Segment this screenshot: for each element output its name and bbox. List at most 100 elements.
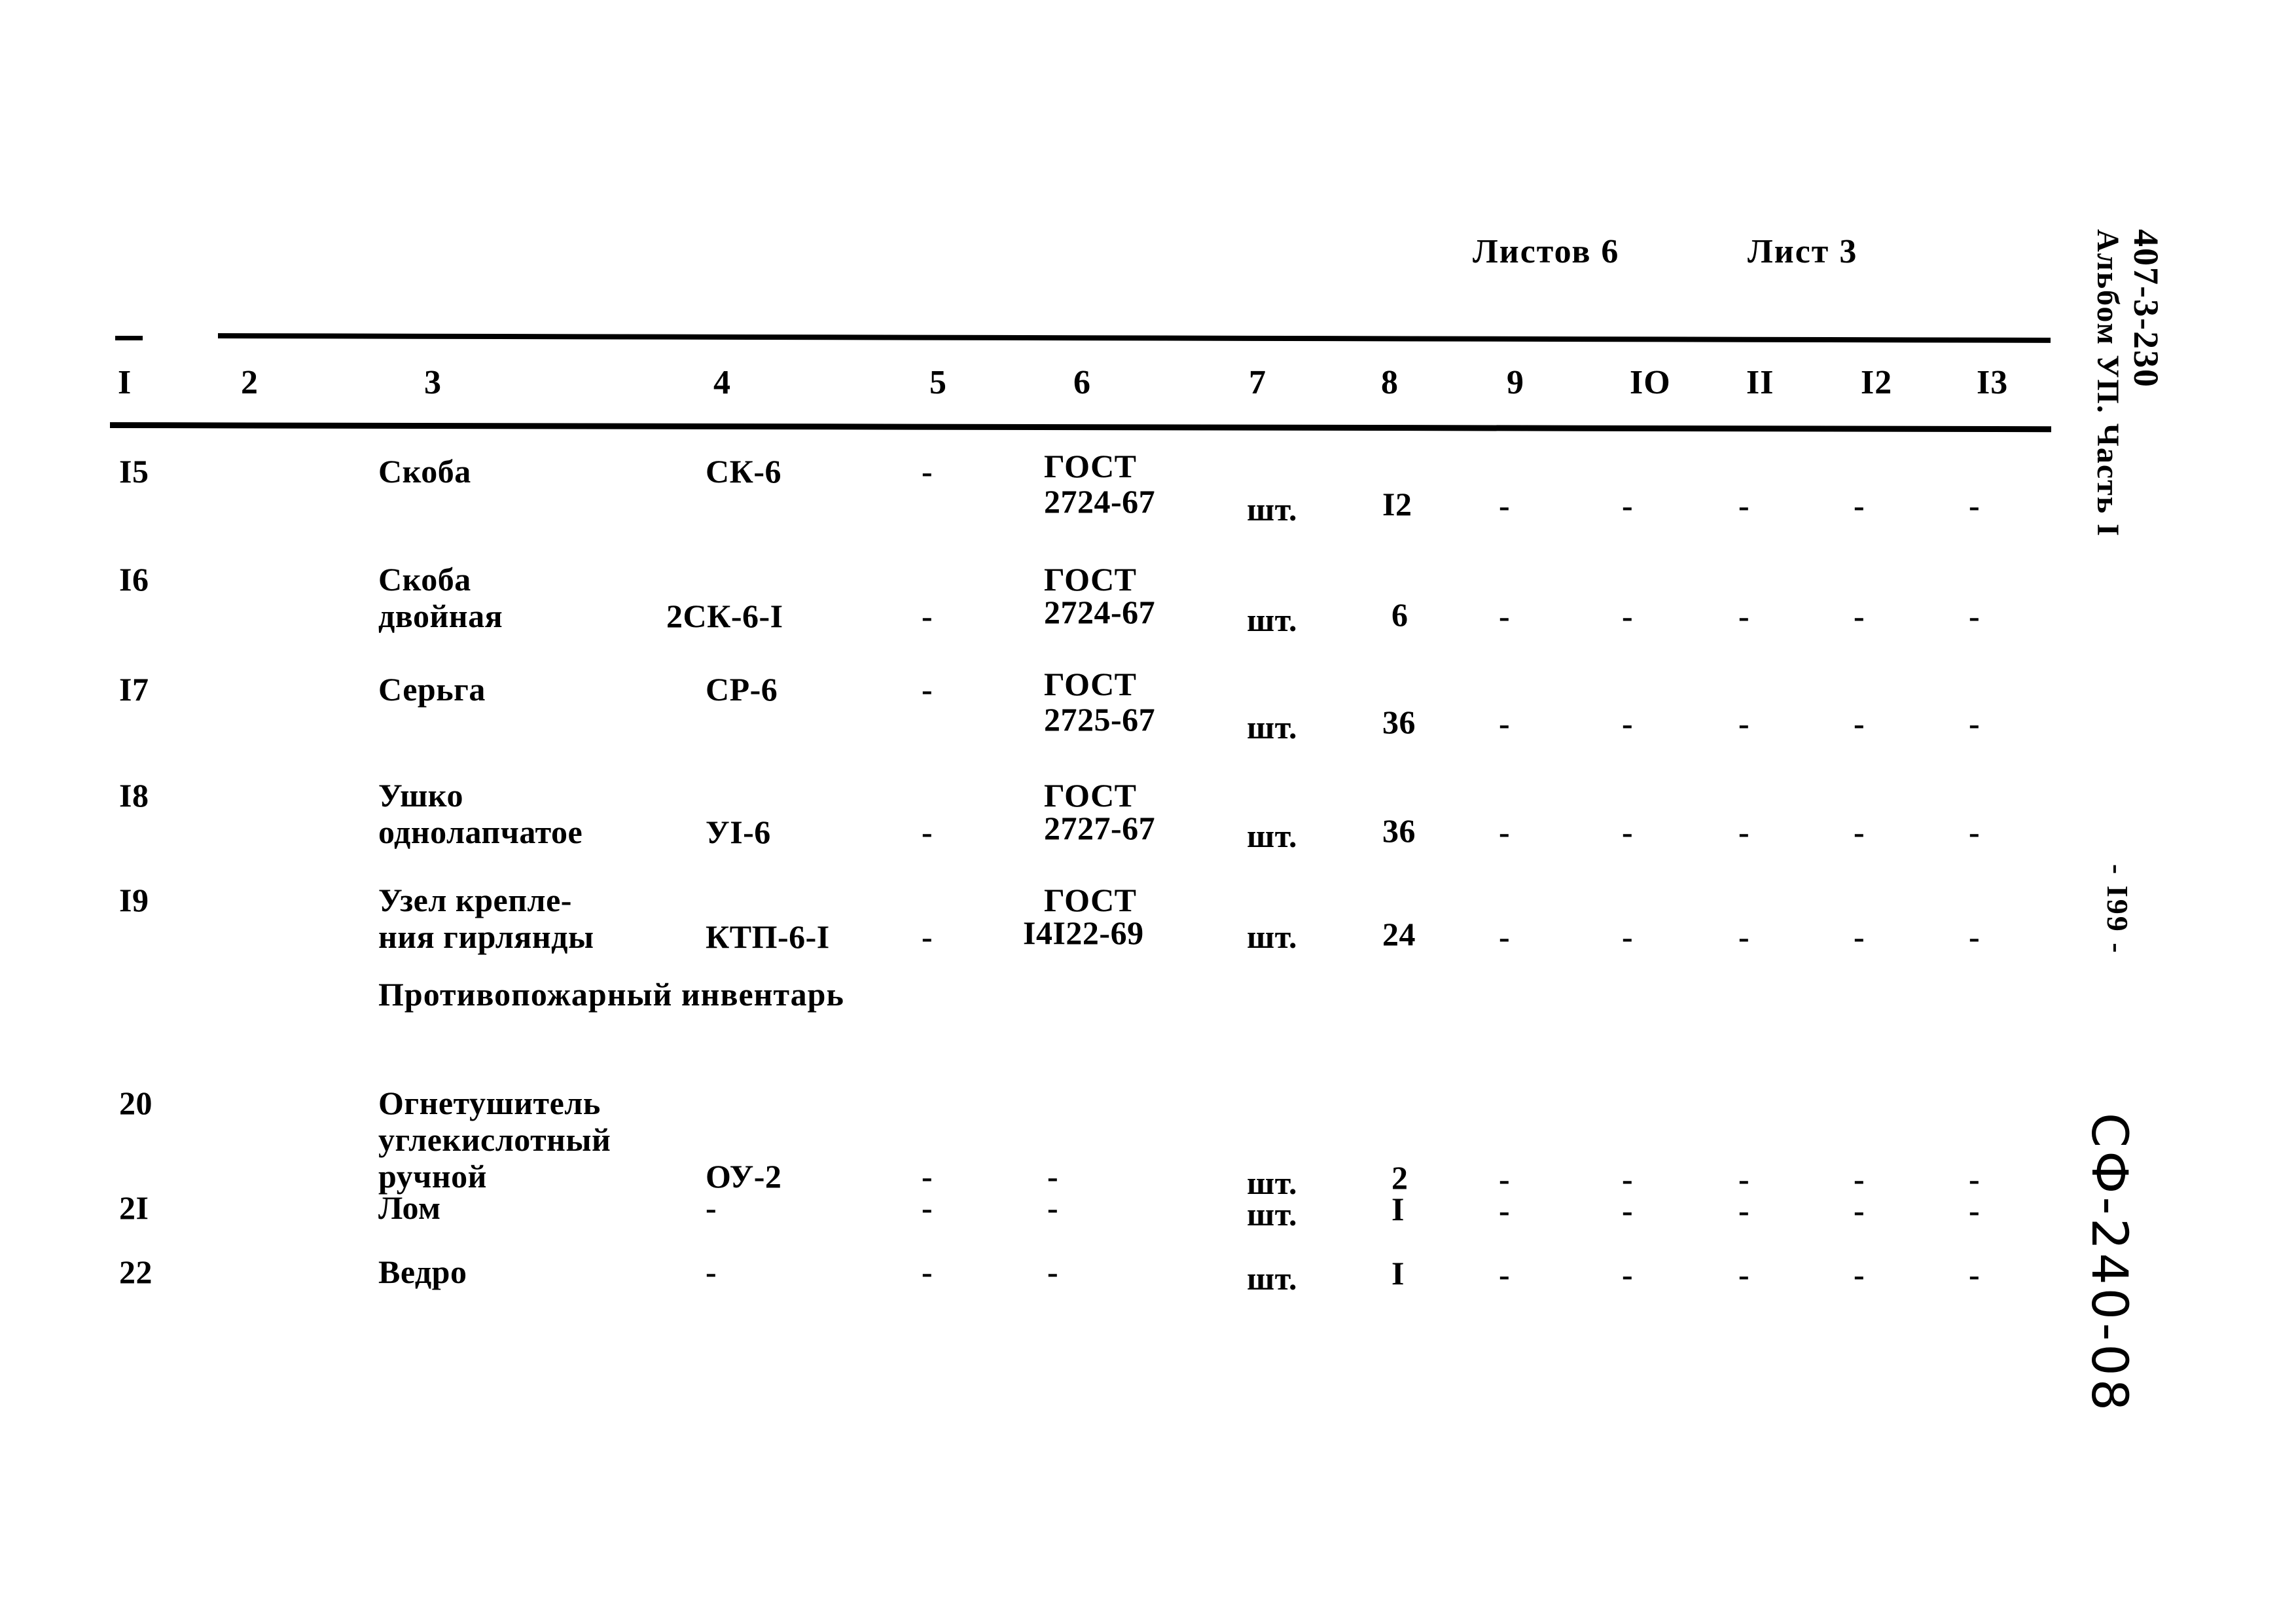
cell-col12: -: [1854, 487, 1865, 524]
cell-unit: шт.: [1247, 1196, 1298, 1233]
cell-name: Ведро: [378, 1254, 467, 1290]
column-header-6: 6: [1073, 364, 1091, 401]
cell-mark: -: [706, 1254, 717, 1290]
cell-col11: -: [1738, 598, 1750, 634]
cell-col11: -: [1738, 814, 1750, 850]
cell-unit: шт.: [1247, 818, 1298, 854]
cell-standard-line2: 2727-67: [1044, 810, 1156, 846]
cell-col9: -: [1499, 814, 1511, 850]
cell-col10: -: [1622, 1192, 1634, 1229]
cell-col9: -: [1499, 705, 1511, 742]
column-header-12: I2: [1861, 364, 1893, 401]
cell-col13: -: [1969, 918, 1981, 955]
cell-qty: 2: [1391, 1159, 1408, 1196]
cell-col5: -: [922, 598, 933, 634]
cell-no: I8: [119, 777, 149, 814]
cell-col9: -: [1499, 487, 1511, 524]
cell-mark: -: [706, 1189, 717, 1226]
cell-unit: шт.: [1247, 1164, 1298, 1201]
cell-col5: -: [922, 1189, 933, 1226]
cell-no: I7: [119, 671, 149, 708]
cell-col12: -: [1854, 814, 1865, 850]
cell-mark: ОУ-2: [706, 1158, 782, 1195]
cell-col13: -: [1969, 1192, 1981, 1229]
cell-no: 22: [119, 1254, 152, 1290]
cell-col13: -: [1969, 814, 1981, 850]
cell-col10: -: [1622, 705, 1634, 742]
cell-col12: -: [1854, 1161, 1865, 1197]
cell-standard-line2: 2724-67: [1044, 483, 1156, 520]
cell-qty: 6: [1391, 596, 1408, 633]
document-page: Листов 6 Лист 3 I 2 3 4 5 6 7 8 9 IO II …: [0, 0, 2296, 1624]
cell-unit: шт.: [1247, 918, 1298, 955]
cell-col12: -: [1854, 705, 1865, 742]
cell-col12: -: [1854, 598, 1865, 634]
cell-mark: КТП-6-I: [706, 918, 830, 955]
cell-col13: -: [1969, 487, 1981, 524]
column-header-11: II: [1746, 364, 1774, 401]
cell-standard-line2: 2725-67: [1044, 701, 1156, 738]
cell-name-line1: Узел крепле-: [378, 882, 572, 918]
cell-qty: 36: [1382, 704, 1416, 740]
cell-mark: СР-6: [706, 671, 778, 708]
cell-qty: I: [1391, 1255, 1405, 1291]
table-header-rule: [109, 422, 2052, 433]
cell-col5: -: [922, 671, 933, 708]
cell-col9: -: [1499, 1192, 1511, 1229]
cell-col10: -: [1622, 814, 1634, 850]
column-header-13: I3: [1977, 364, 2009, 401]
cell-col11: -: [1738, 1192, 1750, 1229]
column-header-8: 8: [1381, 364, 1399, 401]
cell-col10: -: [1622, 598, 1634, 634]
cell-standard-line2: 2724-67: [1044, 594, 1156, 630]
table-top-rule-stub: [115, 336, 143, 340]
column-header-2: 2: [241, 364, 259, 401]
cell-name-line2: ния гирлянды: [378, 918, 594, 955]
cell-unit: шт.: [1247, 709, 1298, 746]
cell-col9: -: [1499, 1161, 1511, 1197]
cell-standard-line1: ГОСТ: [1044, 666, 1137, 702]
cell-unit: шт.: [1247, 1260, 1298, 1297]
column-header-5: 5: [929, 364, 947, 401]
cell-qty: 24: [1382, 916, 1416, 952]
cell-col13: -: [1969, 598, 1981, 634]
cell-name-line2: двойная: [378, 598, 503, 634]
cell-col12: -: [1854, 918, 1865, 955]
cell-col10: -: [1622, 1161, 1634, 1197]
cell-col11: -: [1738, 1161, 1750, 1197]
cell-col10: -: [1622, 918, 1634, 955]
cell-qty: I2: [1382, 486, 1412, 522]
cell-col11: -: [1738, 918, 1750, 955]
cell-name-line2: однолапчатое: [378, 814, 583, 850]
cell-mark: УI-6: [706, 814, 771, 850]
cell-col10: -: [1622, 487, 1634, 524]
cell-qty: I: [1391, 1191, 1405, 1227]
cell-standard-line1: ГОСТ: [1044, 448, 1137, 484]
table-top-rule: [217, 333, 2051, 343]
column-header-3: 3: [424, 364, 442, 401]
column-header-9: 9: [1507, 364, 1524, 401]
cell-standard-line1: ГОСТ: [1044, 882, 1137, 918]
cell-mark: СК-6: [706, 453, 782, 490]
column-header-7: 7: [1249, 364, 1266, 401]
cell-name-line1: Огнетушитель: [378, 1085, 601, 1121]
cell-standard: -: [1047, 1254, 1059, 1290]
table-body: I5 Скоба СК-6 - ГОСТ 2724-67 шт. I2 - - …: [0, 432, 2296, 1335]
table-column-header-row: I 2 3 4 5 6 7 8 9 IO II I2 I3: [0, 363, 2296, 409]
cell-col13: -: [1969, 1256, 1981, 1293]
cell-name-line2: углекислотный: [378, 1121, 611, 1158]
cell-no: I5: [119, 453, 149, 490]
handwritten-archive-stamp: СФ-240-08: [2081, 1113, 2139, 1415]
cell-col5: -: [922, 1254, 933, 1290]
margin-album-code-line1: 407-3-230: [2126, 229, 2166, 388]
margin-album-code-line2: Альбом УП. Часть I: [2090, 229, 2125, 537]
cell-standard: -: [1047, 1158, 1059, 1195]
cell-col13: -: [1969, 705, 1981, 742]
cell-name-line1: Ушко: [378, 777, 463, 814]
cell-col13: -: [1969, 1161, 1981, 1197]
cell-col5: -: [922, 814, 933, 850]
cell-col5: -: [922, 918, 933, 955]
cell-name: Скоба: [378, 453, 471, 490]
cell-qty: 36: [1382, 812, 1416, 849]
cell-unit: шт.: [1247, 491, 1298, 528]
